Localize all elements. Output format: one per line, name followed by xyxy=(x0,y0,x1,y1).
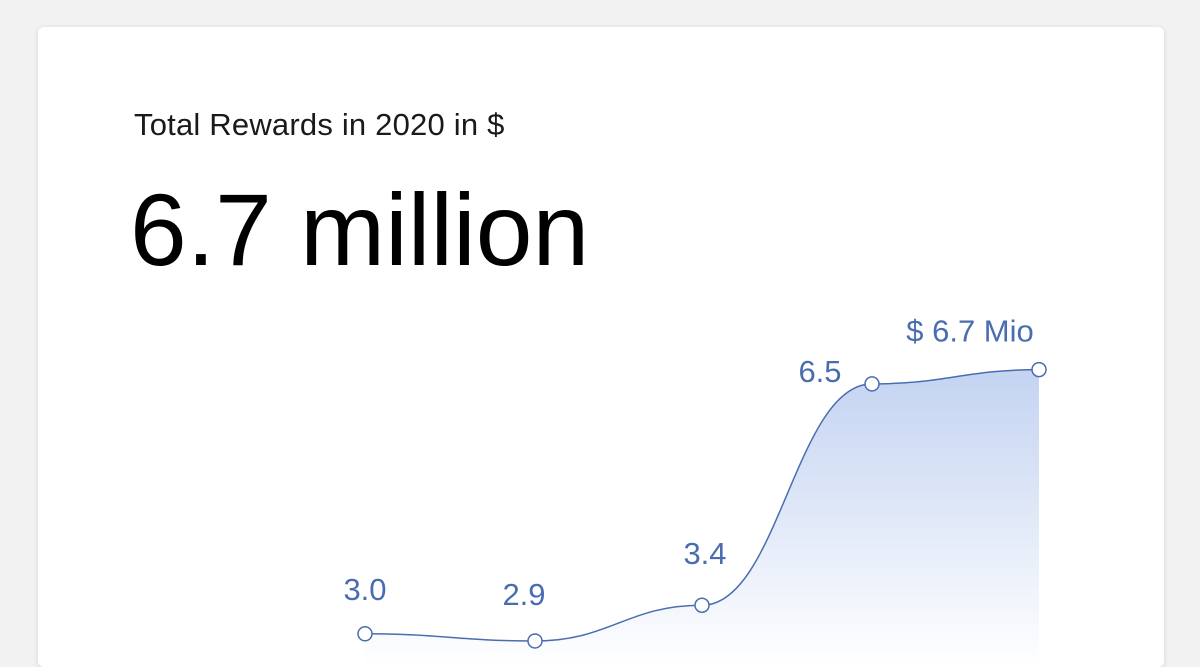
data-point-marker xyxy=(527,633,543,649)
area-chart: 3.0 2.9 3.4 6.5 $ 6.7 Mio xyxy=(343,314,1047,667)
data-label: 2.9 xyxy=(502,577,545,612)
data-label: 6.5 xyxy=(798,354,841,389)
data-point-marker xyxy=(1031,361,1047,378)
data-label: $ 6.7 Mio xyxy=(906,314,1034,349)
data-label: 3.0 xyxy=(343,572,386,607)
data-point-marker xyxy=(694,597,710,613)
data-point-marker xyxy=(357,626,373,642)
area-fill xyxy=(365,369,1039,667)
data-point-marker xyxy=(864,376,880,392)
reward-card: Total Rewards in 2020 in $ 6.7 million 3… xyxy=(38,27,1164,667)
data-label: 3.4 xyxy=(683,536,726,571)
